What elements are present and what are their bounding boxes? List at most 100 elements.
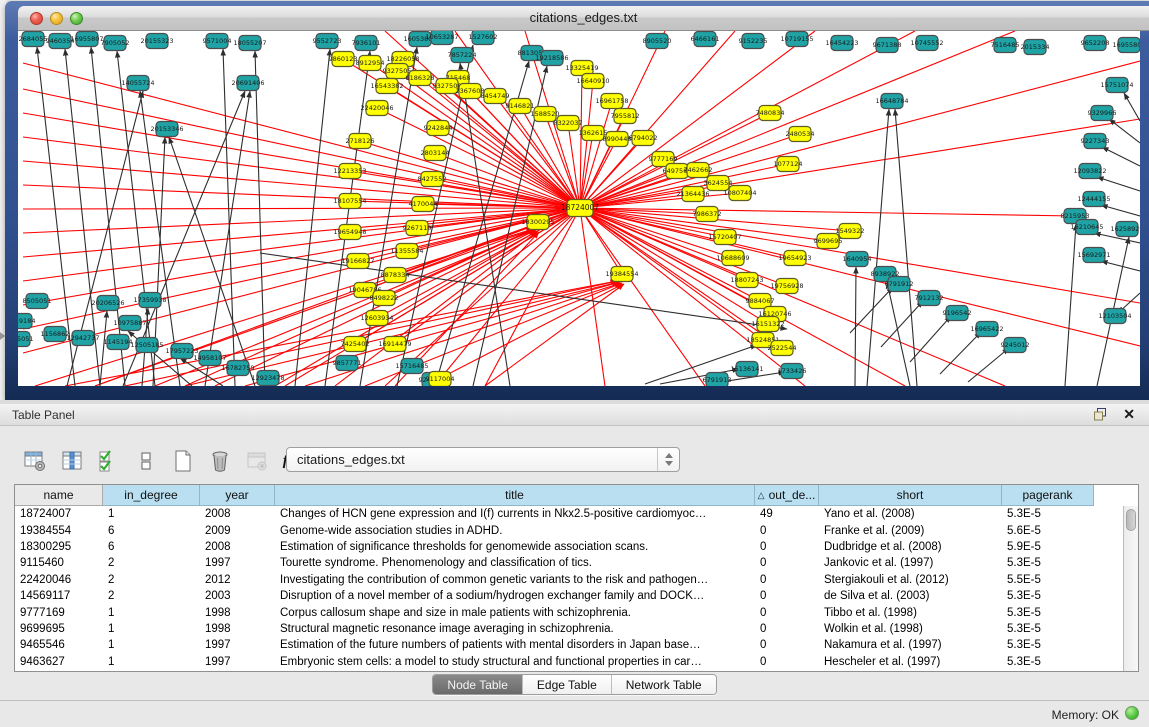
graph-node[interactable]: 6791912 <box>885 277 914 292</box>
graph-node[interactable]: 8878334 <box>381 268 410 283</box>
graph-node[interactable]: 8427552 <box>418 172 447 187</box>
graph-node[interactable]: 9267110 <box>403 221 432 236</box>
graph-node[interactable]: 9117004 <box>426 372 455 387</box>
graph-node[interactable]: 2803144 <box>421 146 450 161</box>
table-cell[interactable]: 0 <box>755 555 819 571</box>
table-cell[interactable]: Wolkin et al. (1998) <box>819 621 1002 637</box>
graph-node[interactable]: 18107554 <box>333 194 366 209</box>
table-cell[interactable]: Disruption of a novel member of a sodium… <box>275 588 755 604</box>
network-canvas[interactable]: 2684055946035416955807790505220155323957… <box>18 31 1140 386</box>
table-cell[interactable]: 1 <box>103 654 200 670</box>
table-cell[interactable]: Stergiakouli et al. (2012) <box>819 572 1002 588</box>
table-cell[interactable]: 9699695 <box>15 621 103 637</box>
table-cell[interactable]: Yano et al. (2008) <box>819 506 1002 522</box>
table-cell[interactable]: 5.3E-5 <box>1002 555 1094 571</box>
table-cell[interactable]: 5.3E-5 <box>1002 588 1094 604</box>
table-row[interactable]: 1938455462009Genome-wide association stu… <box>15 522 1123 538</box>
table-cell[interactable]: Corpus callosum shape and size in male p… <box>275 604 755 620</box>
graph-node[interactable]: 20155323 <box>140 34 173 49</box>
graph-node[interactable]: 19166827 <box>341 254 374 269</box>
graph-node[interactable]: 9571004 <box>203 34 232 49</box>
graph-node[interactable]: 9652208 <box>1081 36 1110 51</box>
table-cell[interactable]: Estimation of significance thresholds fo… <box>275 539 755 555</box>
table-cell[interactable]: 9465546 <box>15 637 103 653</box>
graph-node[interactable]: 9242844 <box>424 121 453 136</box>
network-window-titlebar[interactable]: citations_edges.txt <box>18 6 1149 31</box>
table-cell[interactable]: 0 <box>755 588 819 604</box>
table-cell[interactable]: 0 <box>755 604 819 620</box>
graph-node[interactable]: 15720407 <box>708 230 741 245</box>
table-cell[interactable]: 14569117 <box>15 588 103 604</box>
column-header-year[interactable]: year <box>200 485 275 506</box>
table-row[interactable]: 969969511998Structural magnetic resonanc… <box>15 621 1123 637</box>
graph-node[interactable]: 10688609 <box>716 251 749 266</box>
table-cell[interactable]: 2012 <box>200 572 275 588</box>
column-header-out_de[interactable]: △out_de... <box>755 485 819 506</box>
table-cell[interactable]: 2 <box>103 555 200 571</box>
graph-node[interactable]: 7986372 <box>693 207 722 222</box>
graph-node[interactable]: 1505051 <box>18 332 33 347</box>
graph-node[interactable]: 7462662 <box>684 163 713 178</box>
table-cell[interactable]: 1 <box>103 637 200 653</box>
graph-node[interactable]: 9227343 <box>1081 134 1110 149</box>
graph-node[interactable]: 16543382 <box>370 79 403 94</box>
graph-node[interactable]: 1156862 <box>41 327 70 342</box>
table-cell[interactable]: 18724007 <box>15 506 103 522</box>
table-cell[interactable]: 0 <box>755 637 819 653</box>
table-cell[interactable]: 2 <box>103 588 200 604</box>
graph-node[interactable]: 18055207 <box>233 36 266 51</box>
table-cell[interactable]: 2003 <box>200 588 275 604</box>
scrollbar-thumb[interactable] <box>1126 509 1136 531</box>
table-cell[interactable]: 9463627 <box>15 654 103 670</box>
table-cell[interactable]: Investigating the contribution of common… <box>275 572 755 588</box>
graph-node[interactable]: 19654923 <box>778 251 811 266</box>
table-cell[interactable]: 5.5E-5 <box>1002 572 1094 588</box>
memory-ok-indicator[interactable] <box>1125 706 1139 720</box>
graph-node[interactable]: 7425402 <box>341 337 370 352</box>
graph-node[interactable]: 9699695 <box>814 234 843 249</box>
show-columns-icon[interactable] <box>61 450 83 472</box>
table-cell[interactable]: Genome-wide association studies in ADHD. <box>275 522 755 538</box>
table-cell[interactable]: 5.6E-5 <box>1002 522 1094 538</box>
table-cell[interactable]: Dudbridge et al. (2008) <box>819 539 1002 555</box>
table-cell[interactable]: 2009 <box>200 522 275 538</box>
table-cell[interactable]: 9777169 <box>15 604 103 620</box>
graph-node[interactable]: 9552723 <box>313 34 342 49</box>
column-header-in_degree[interactable]: in_degree <box>103 485 200 506</box>
graph-node[interactable]: 2480534 <box>786 127 815 142</box>
graph-node[interactable]: 1640954 <box>843 252 872 267</box>
graph-node[interactable]: 10719155 <box>780 32 813 47</box>
graph-node[interactable]: 3919184 <box>18 314 35 329</box>
table-row[interactable]: 946362711997Embryonic stem cells: a mode… <box>15 654 1123 670</box>
table-row[interactable]: 911546021997Tourette syndrome. Phenomeno… <box>15 555 1123 571</box>
table-cell[interactable]: 0 <box>755 572 819 588</box>
graph-node[interactable]: 16965422 <box>970 322 1003 337</box>
table-row[interactable]: 1830029562008Estimation of significance … <box>15 539 1123 555</box>
table-cell[interactable]: Estimation of the future numbers of pati… <box>275 637 755 653</box>
table-row[interactable]: 1456911722003Disruption of a novel membe… <box>15 588 1123 604</box>
table-cell[interactable]: Embryonic stem cells: a model to study s… <box>275 654 755 670</box>
graph-node[interactable]: 19384554 <box>605 267 638 282</box>
table-cell[interactable]: 1998 <box>200 621 275 637</box>
table-cell[interactable]: 1 <box>103 604 200 620</box>
table-dropdown[interactable]: citations_edges.txt <box>286 447 680 472</box>
column-header-pagerank[interactable]: pagerank <box>1002 485 1094 506</box>
table-cell[interactable]: 6 <box>103 539 200 555</box>
graph-node[interactable]: 9329966 <box>1088 106 1117 121</box>
table-cell[interactable]: Changes of HCN gene expression and I(f) … <box>275 506 755 522</box>
graph-node[interactable]: 20153346 <box>150 122 183 137</box>
column-header-name[interactable]: name <box>15 485 103 506</box>
graph-node[interactable]: 1549322 <box>836 224 865 239</box>
graph-node[interactable]: 10745552 <box>910 36 943 51</box>
table-cell[interactable]: 5.3E-5 <box>1002 604 1094 620</box>
float-panel-icon[interactable] <box>1093 408 1107 421</box>
graph-node[interactable]: 7912132 <box>915 291 944 306</box>
graph-node[interactable]: 16955808 <box>1112 38 1140 53</box>
table-settings-icon[interactable] <box>24 450 46 472</box>
graph-node[interactable]: 7480834 <box>756 106 785 121</box>
graph-node[interactable]: 12444155 <box>1077 192 1110 207</box>
table-cell[interactable]: 5.3E-5 <box>1002 654 1094 670</box>
delete-attribute-icon[interactable] <box>209 450 231 472</box>
table-cell[interactable]: 0 <box>755 522 819 538</box>
tab-network-table[interactable]: Network Table <box>612 675 716 694</box>
